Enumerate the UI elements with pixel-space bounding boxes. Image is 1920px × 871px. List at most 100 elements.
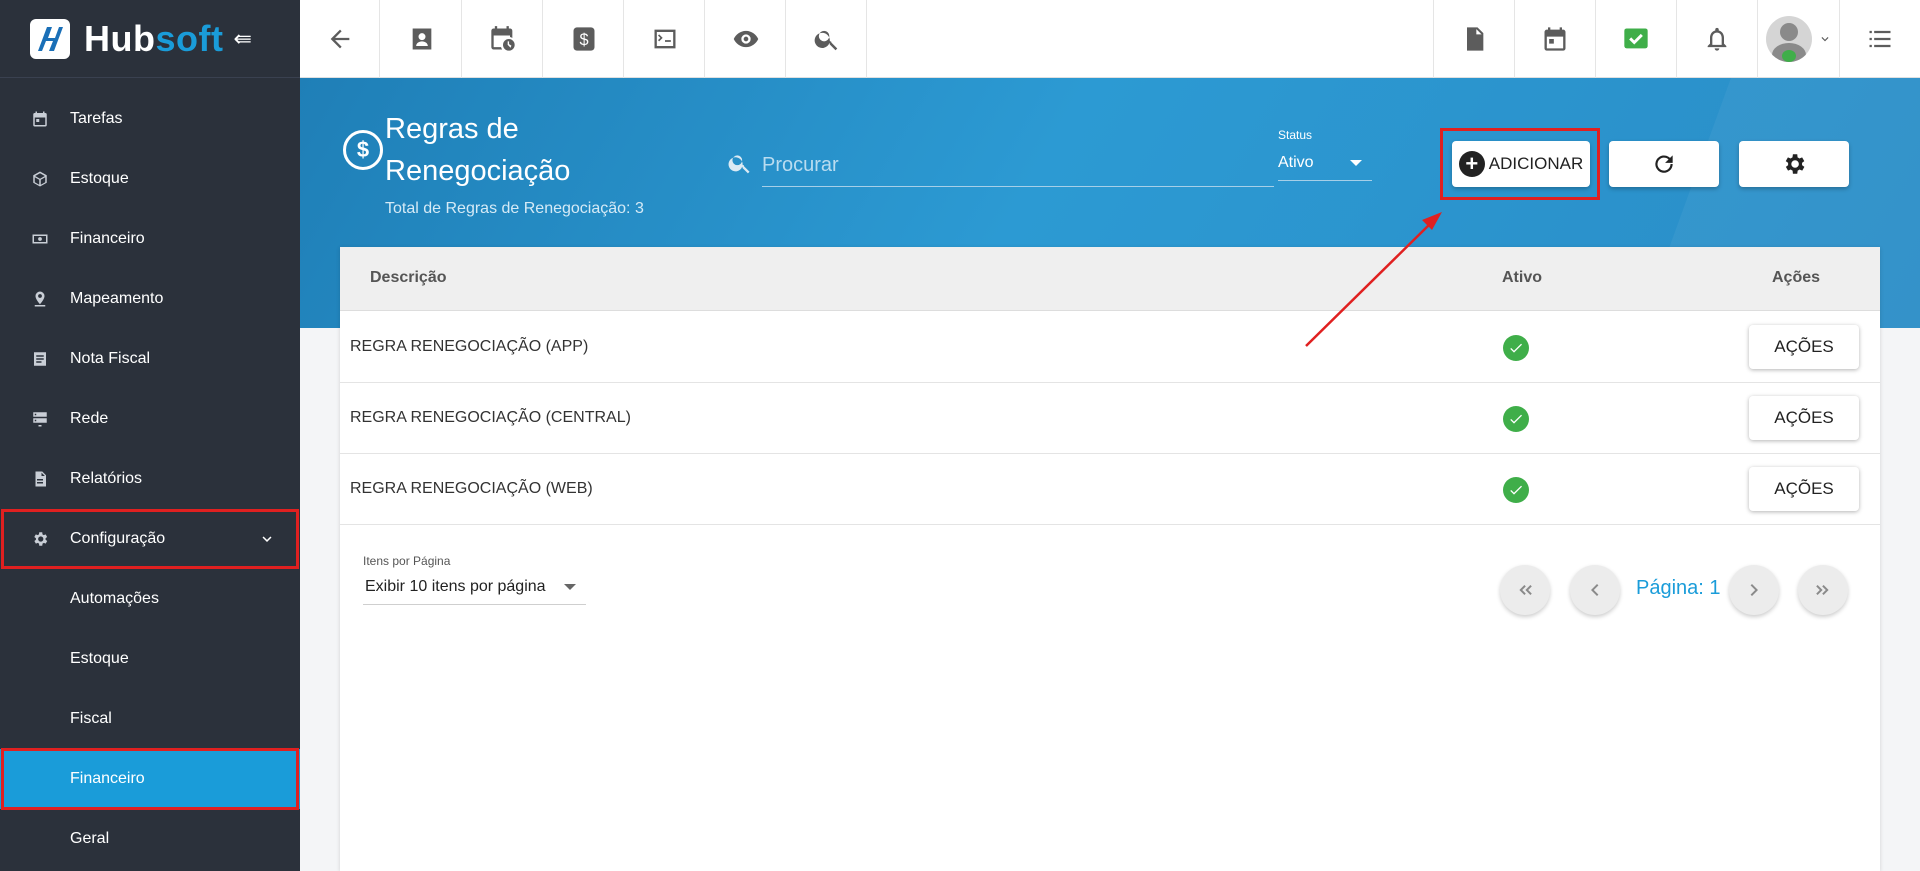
document-icon: [30, 349, 50, 369]
terminal-button[interactable]: [625, 0, 705, 78]
rules-table-panel: Descrição Ativo Ações REGRA RENEGOCIAÇÃO…: [340, 247, 1880, 871]
sidebar-subitem-fiscal[interactable]: Fiscal: [0, 689, 300, 749]
brand-name: Hubsoft: [84, 17, 224, 59]
page-subtitle: Total de Regras de Renegociação: 3: [385, 200, 644, 217]
sidebar-subitem-financeiro[interactable]: Financeiro: [0, 749, 300, 809]
search-icon: [727, 150, 753, 176]
items-per-page-select[interactable]: Exibir 10 itens por página: [363, 569, 586, 605]
view-button[interactable]: [706, 0, 786, 78]
svg-text:$: $: [579, 31, 588, 49]
sidebar-subitem-label: Automações: [70, 590, 159, 607]
chevron-down-icon: [258, 530, 276, 548]
sidebar-subitem-automacoes[interactable]: Automações: [0, 569, 300, 629]
add-button[interactable]: + ADICIONAR: [1452, 141, 1590, 187]
sidebar-item-relatorios[interactable]: Relatórios: [0, 449, 300, 509]
sidebar-subitem-label: Financeiro: [70, 770, 145, 787]
search-input[interactable]: [762, 145, 1274, 187]
add-button-label: ADICIONAR: [1488, 154, 1584, 173]
list-icon: [1869, 30, 1891, 48]
bell-icon: [1707, 27, 1726, 51]
double-chevron-left-icon: [1519, 585, 1532, 595]
column-header-actions: Ações: [1772, 269, 1821, 286]
contacts-button[interactable]: [382, 0, 462, 78]
refresh-icon: [1655, 155, 1673, 173]
sidebar-item-label: Estoque: [70, 170, 129, 187]
search-button[interactable]: [787, 0, 867, 78]
sidebar-item-label: Financeiro: [70, 230, 145, 247]
terminal-icon: [654, 29, 675, 49]
collapse-menu-icon[interactable]: ⇚: [233, 26, 251, 52]
eye-icon: [733, 30, 758, 48]
dollar-circle-icon: $: [343, 130, 383, 170]
top-bar: $: [300, 0, 1920, 78]
search-icon: [814, 30, 837, 51]
dollar-icon: $: [573, 27, 594, 51]
calendar-clock-icon: [490, 26, 515, 51]
sidebar-subitem-geral[interactable]: Geral: [0, 809, 300, 869]
check-circle-icon: [1503, 477, 1529, 503]
caret-down-icon: [1350, 159, 1362, 166]
sidebar-item-label: Relatórios: [70, 470, 143, 487]
pdf-button[interactable]: [1433, 0, 1513, 78]
previous-page-button[interactable]: [1570, 565, 1620, 615]
sidebar-item-label: Nota Fiscal: [70, 350, 151, 367]
column-header-description[interactable]: Descrição: [370, 269, 447, 287]
items-per-page-value: Exibir 10 itens por página: [365, 577, 546, 595]
server-icon: [30, 409, 50, 429]
contact-card-icon: [412, 28, 431, 50]
refresh-button[interactable]: [1609, 141, 1719, 187]
brand: Hubsoft ⇚: [0, 0, 300, 78]
sidebar-subitem-label: Geral: [70, 830, 110, 847]
sidebar-item-label: Rede: [70, 410, 109, 427]
sidebar-item-financeiro[interactable]: Financeiro: [0, 209, 300, 269]
tasks-check-button[interactable]: [1595, 0, 1675, 78]
online-status-icon: [1781, 50, 1796, 62]
sidebar-item-rede[interactable]: Rede: [0, 389, 300, 449]
menu-list-button[interactable]: [1839, 0, 1920, 78]
table-row[interactable]: REGRA RENEGOCIAÇÃO (CENTRAL) AÇÕES: [340, 383, 1880, 454]
page-title: Regras de Renegociação: [385, 113, 571, 187]
calendar-icon: [30, 109, 50, 129]
calendar-icon: [1544, 27, 1565, 51]
sidebar-item-label: Tarefas: [70, 110, 123, 127]
check-circle-icon: [1503, 406, 1529, 432]
sidebar-subitem-estoque[interactable]: Estoque: [0, 629, 300, 689]
plus-circle-icon: +: [1458, 151, 1485, 177]
settings-button[interactable]: [1739, 141, 1849, 187]
calendar-button[interactable]: [1514, 0, 1594, 78]
avatar: [1765, 16, 1812, 62]
gear-icon: [1785, 154, 1805, 174]
sidebar-item-mapeamento[interactable]: Mapeamento: [0, 269, 300, 329]
actions-button[interactable]: AÇÕES: [1749, 396, 1859, 440]
pdf-file-icon: [1466, 27, 1483, 51]
page-indicator: Página: 1: [1636, 577, 1721, 599]
back-button[interactable]: [300, 0, 380, 78]
table-row[interactable]: REGRA RENEGOCIAÇÃO (APP) AÇÕES: [340, 312, 1880, 383]
actions-button[interactable]: AÇÕES: [1749, 325, 1859, 369]
next-page-button[interactable]: [1729, 565, 1779, 615]
double-chevron-right-icon: [1816, 585, 1829, 595]
actions-button[interactable]: AÇÕES: [1749, 467, 1859, 511]
sidebar-item-label: Configuração: [70, 530, 166, 547]
report-icon: [30, 469, 50, 489]
user-menu-button[interactable]: [1757, 0, 1839, 78]
notifications-button[interactable]: [1676, 0, 1756, 78]
money-icon: [30, 229, 50, 249]
sidebar-item-configuracao[interactable]: Configuração: [0, 509, 300, 569]
chevron-left-icon: [1591, 584, 1599, 596]
sidebar-item-estoque[interactable]: Estoque: [0, 149, 300, 209]
box-icon: [30, 169, 50, 189]
sidebar-item-tarefas[interactable]: Tarefas: [0, 89, 300, 149]
gear-icon: [30, 529, 50, 549]
table-row[interactable]: REGRA RENEGOCIAÇÃO (WEB) AÇÕES: [340, 454, 1880, 525]
schedule-button[interactable]: [463, 0, 543, 78]
row-description: REGRA RENEGOCIAÇÃO (CENTRAL): [350, 409, 631, 426]
status-select[interactable]: Ativo: [1278, 145, 1372, 181]
first-page-button[interactable]: [1500, 565, 1550, 615]
sidebar-item-nota-fiscal[interactable]: Nota Fiscal: [0, 329, 300, 389]
column-header-active[interactable]: Ativo: [1502, 269, 1542, 287]
financial-button[interactable]: $: [544, 0, 624, 78]
arrow-left-icon: [330, 29, 349, 49]
last-page-button[interactable]: [1798, 565, 1848, 615]
caret-down-icon: [564, 583, 576, 590]
